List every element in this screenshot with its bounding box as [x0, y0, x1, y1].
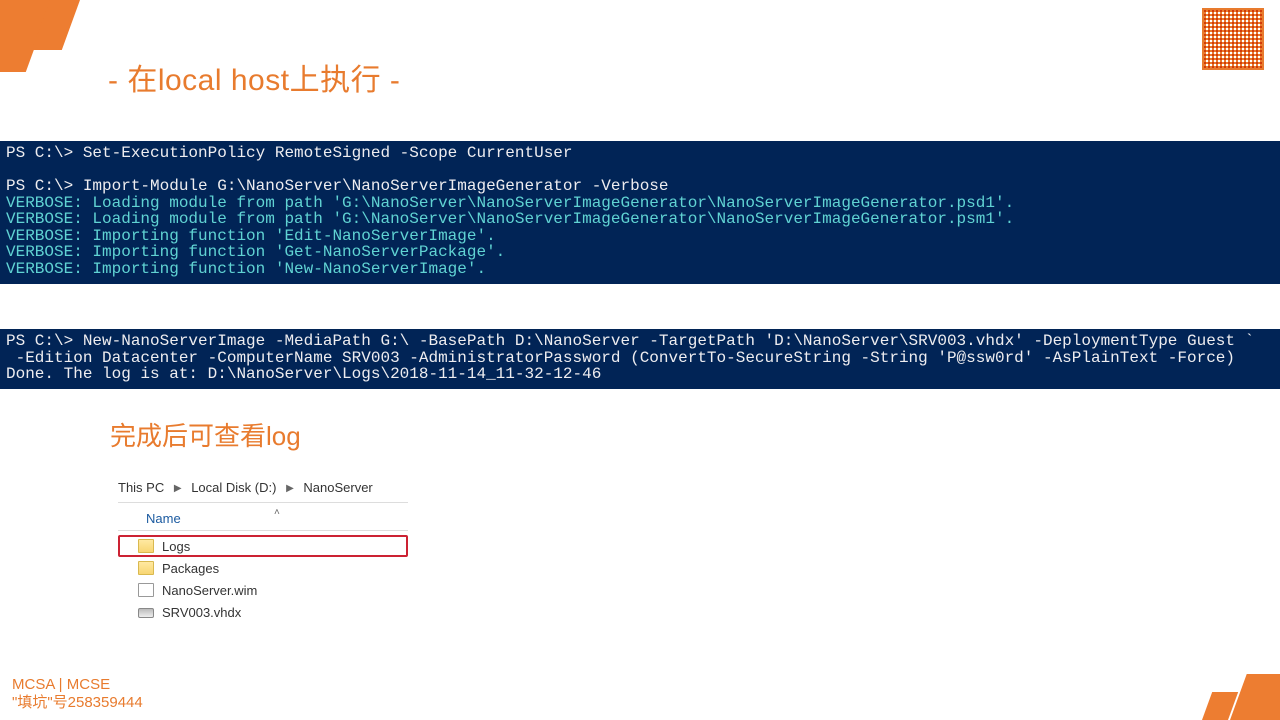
file-icon	[138, 583, 154, 597]
ps-verbose-line: VERBOSE: Importing function 'Edit-NanoSe…	[6, 227, 496, 245]
folder-icon	[138, 539, 154, 553]
folder-icon	[138, 561, 154, 575]
disk-icon	[138, 608, 154, 618]
ps-line: Done. The log is at: D:\NanoServer\Logs\…	[6, 365, 601, 383]
subtitle: 完成后可查看log	[110, 416, 301, 453]
breadcrumb: This PC ▶ Local Disk (D:) ▶ NanoServer	[118, 480, 408, 503]
ps-line: PS C:\> Import-Module G:\NanoServer\Nano…	[6, 177, 669, 195]
item-label: Packages	[162, 561, 219, 576]
footer-line: "填坑"号258359444	[12, 694, 143, 712]
column-header-name[interactable]: Name ˄	[118, 503, 408, 531]
breadcrumb-item[interactable]: This PC	[118, 480, 164, 495]
footer-line: MCSA | MCSE	[12, 676, 143, 694]
list-item[interactable]: Logs	[118, 535, 408, 557]
list-item[interactable]: Packages	[118, 557, 408, 579]
powershell-block-2: PS C:\> New-NanoServerImage -MediaPath G…	[0, 329, 1280, 389]
list-item[interactable]: NanoServer.wim	[118, 579, 408, 601]
sort-indicator-icon: ˄	[274, 507, 280, 518]
ps-verbose-line: VERBOSE: Importing function 'New-NanoSer…	[6, 260, 486, 278]
column-header-label: Name	[146, 511, 181, 526]
qr-code	[1202, 8, 1264, 70]
item-label: Logs	[162, 539, 190, 554]
footer: MCSA | MCSE "填坑"号258359444	[12, 676, 143, 712]
ps-verbose-line: VERBOSE: Loading module from path 'G:\Na…	[6, 210, 1014, 228]
ps-line: PS C:\> Set-ExecutionPolicy RemoteSigned…	[6, 144, 573, 162]
breadcrumb-item[interactable]: Local Disk (D:)	[191, 480, 276, 495]
item-label: SRV003.vhdx	[162, 605, 241, 620]
ps-verbose-line: VERBOSE: Loading module from path 'G:\Na…	[6, 194, 1014, 212]
slide-title: - 在local host上执行 -	[108, 55, 400, 99]
corner-decoration	[1230, 674, 1280, 720]
chevron-right-icon: ▶	[174, 483, 182, 494]
powershell-block-1: PS C:\> Set-ExecutionPolicy RemoteSigned…	[0, 141, 1280, 284]
item-label: NanoServer.wim	[162, 583, 257, 598]
ps-verbose-line: VERBOSE: Importing function 'Get-NanoSer…	[6, 243, 505, 261]
chevron-right-icon: ▶	[286, 483, 294, 494]
breadcrumb-item[interactable]: NanoServer	[303, 480, 372, 495]
file-explorer: This PC ▶ Local Disk (D:) ▶ NanoServer N…	[118, 480, 408, 623]
ps-line: -Edition Datacenter -ComputerName SRV003…	[6, 349, 1235, 367]
ps-line: PS C:\> New-NanoServerImage -MediaPath G…	[6, 332, 1254, 350]
list-item[interactable]: SRV003.vhdx	[118, 601, 408, 623]
